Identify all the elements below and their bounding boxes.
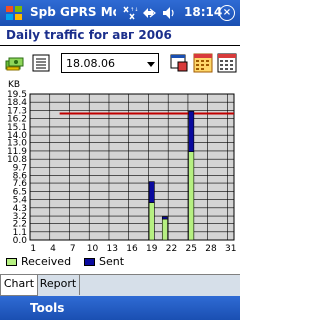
x-tick-label: 22 [166,244,177,254]
calendar-range-icon[interactable] [216,52,238,74]
toolbar: 18.08.06 [0,48,240,78]
x-tick-label: 7 [70,244,76,254]
legend-received-label: Received [21,255,72,268]
date-value: 18.08.06 [66,57,115,70]
x-tick-label: 16 [126,244,138,254]
tab-chart[interactable]: Chart [0,275,38,296]
x-tick-label: 19 [146,244,158,254]
bar-sent [188,110,195,152]
clock-time[interactable]: 18:14 [184,5,222,19]
month-calendar-icon[interactable] [192,52,214,74]
bar-sent [161,216,168,220]
windows-start-icon[interactable] [4,3,24,23]
money-cost-icon[interactable] [4,52,26,74]
legend-sent-swatch [84,258,95,266]
plot-area [29,93,235,241]
report-list-icon[interactable] [30,52,52,74]
bar-received [188,151,195,241]
y-tick-label: 0.0 [13,236,28,246]
bar-received [148,202,155,241]
bar-received [161,218,168,241]
header-divider [0,45,240,46]
x-tick-label: 28 [205,244,217,254]
tab-bar: Chart Report [0,274,240,297]
x-tick-label: 13 [107,244,118,254]
menu-bar: Tools [0,296,240,320]
tab-report[interactable]: Report [37,275,80,295]
title-bar: Spb GPRS Monit ↑↓ 18:14 × [0,0,240,26]
close-button[interactable]: × [219,5,235,21]
date-dropdown[interactable]: 18.08.06 [61,53,159,73]
traffic-chart: KB 19.518.417.316.215.114.013.011.910.89… [7,80,236,254]
y-axis-label: KB [8,80,20,90]
bar-sent [148,181,155,203]
chevron-down-icon [147,62,155,67]
legend-received-swatch [6,258,17,266]
x-tick-label: 25 [185,244,196,254]
app-title: Spb GPRS Monit [30,5,116,19]
x-tick-label: 1 [30,244,36,254]
connectivity-icon[interactable] [140,4,158,22]
page-title: Daily traffic for авг 2006 [6,28,172,42]
volume-icon[interactable] [160,4,178,22]
network-activity-icon[interactable]: ↑↓ [120,4,138,22]
svg-text:↑↓: ↑↓ [130,7,138,13]
legend-sent-label: Sent [99,255,125,268]
day-view-icon[interactable] [168,52,190,74]
x-tick-label: 4 [50,244,56,254]
x-tick-label: 31 [225,244,236,254]
x-tick-label: 10 [87,244,99,254]
page-header: Daily traffic for авг 2006 [0,26,240,46]
tools-menu[interactable]: Tools [30,301,64,315]
